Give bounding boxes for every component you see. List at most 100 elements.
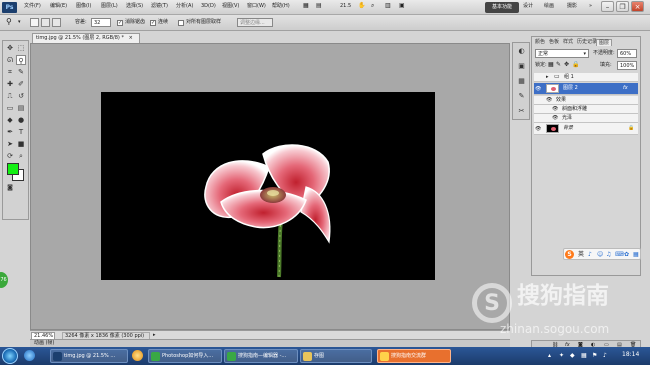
toolbox-icon[interactable]: ▦ (633, 252, 639, 258)
zoom-tool-icon[interactable]: ⌕ (16, 151, 26, 161)
menu-analysis[interactable]: 分析(A) (176, 4, 193, 9)
visibility-eye-icon[interactable]: 👁 (535, 85, 541, 94)
visibility-eye-icon[interactable]: 👁 (535, 125, 541, 134)
quick-mask-icon[interactable]: ◙ (5, 183, 15, 193)
fx-icon[interactable]: fx (623, 86, 628, 91)
blend-mode-select[interactable]: 正常 ▾ (535, 49, 589, 58)
tab-styles[interactable]: 样式 (561, 39, 575, 46)
menu-image[interactable]: 图像(I) (76, 4, 91, 9)
browser-icon[interactable] (132, 350, 143, 361)
menu-view[interactable]: 视图(V) (222, 4, 239, 9)
workspace-essentials-button[interactable]: 基本功能 (485, 2, 519, 13)
side-badge[interactable]: 76 (0, 272, 8, 288)
brush-tool-icon[interactable]: ✐ (16, 79, 26, 89)
taskbar-photoshop[interactable]: timg.jpg @ 21.5% ... (50, 349, 128, 363)
sogou-logo[interactable]: S (565, 250, 574, 259)
expand-arrow-icon[interactable]: ▸ (546, 75, 549, 80)
keyboard-icon[interactable]: ⌨ (615, 252, 624, 258)
tab-swatches[interactable]: 色板 (547, 39, 561, 46)
clone-stamp-tool-icon[interactable]: ⎍ (5, 91, 15, 101)
voice-icon[interactable]: ♫ (606, 252, 611, 258)
antialias-checkbox[interactable]: ✓ (117, 20, 123, 26)
menu-window[interactable]: 窗口(W) (247, 4, 266, 9)
close-button[interactable]: × (631, 1, 644, 12)
menu-filter[interactable]: 滤镜(T) (151, 4, 168, 9)
refine-edge-button[interactable]: 调整边缘... (237, 18, 273, 27)
panel-adjustments-icon[interactable]: ◐ (516, 46, 527, 57)
history-brush-tool-icon[interactable]: ↺ (16, 91, 26, 101)
document-tab[interactable]: timg.jpg @ 21.5% (图层 2, RGB/8) * × (32, 33, 140, 43)
ie-icon[interactable] (24, 350, 35, 361)
path-selection-tool-icon[interactable]: ➤ (5, 139, 15, 149)
chevron-down-icon[interactable]: ▾ (18, 20, 21, 25)
start-button[interactable] (2, 348, 18, 364)
pen-tool-icon[interactable]: ✒ (5, 127, 15, 137)
menu-select[interactable]: 选择(S) (126, 4, 143, 9)
layer-row-layer-2[interactable]: 👁 图层 2 fx (534, 83, 638, 95)
arrange-documents-icon[interactable]: ▥ (385, 3, 391, 9)
panel-paths-icon[interactable]: ✎ (516, 91, 527, 102)
taskbar-clock[interactable]: 18:14 (622, 352, 639, 358)
minimize-button[interactable]: – (601, 1, 614, 12)
layer-row-bevel-emboss[interactable]: 👁 斜面和浮雕 (534, 105, 638, 114)
type-tool-icon[interactable]: T (16, 127, 26, 137)
tray-flag-icon[interactable]: ⚑ (592, 352, 597, 359)
menu-file[interactable]: 文件(F) (24, 4, 41, 9)
eyedropper-tool-icon[interactable]: ✎ (16, 67, 26, 77)
visibility-eye-icon[interactable]: 👁 (552, 105, 558, 114)
layer-row-effects[interactable]: 👁 效果 (534, 96, 638, 105)
gradient-tool-icon[interactable]: ▤ (16, 103, 26, 113)
hand-icon[interactable]: ✋ (358, 3, 365, 9)
screen-mode-icon[interactable]: ▣ (399, 3, 405, 9)
animation-panel-label[interactable]: 动画 (帧) (34, 341, 55, 346)
magic-wand-tool-icon[interactable]: ⚲ (16, 55, 26, 65)
workspace-painting[interactable]: 绘画 (544, 4, 554, 9)
lock-pixels-icon[interactable]: ✎ (556, 62, 561, 68)
all-layers-checkbox[interactable] (178, 20, 184, 26)
visibility-eye-icon[interactable]: 👁 (546, 96, 552, 105)
lock-position-icon[interactable]: ✥ (564, 62, 569, 68)
minibridge-icon[interactable]: ▤ (316, 3, 322, 9)
ime-language-toggle[interactable]: 英 (578, 252, 584, 258)
contiguous-checkbox[interactable]: ✓ (150, 20, 156, 26)
lock-transparency-icon[interactable]: ▦ (548, 62, 554, 68)
magic-wand-tool-preset-icon[interactable]: ⚲ (6, 18, 12, 26)
foreground-color-swatch[interactable] (7, 163, 19, 175)
image-canvas[interactable] (101, 92, 435, 280)
panel-channels-icon[interactable]: ▦ (516, 76, 527, 87)
opacity-input[interactable]: 60% (617, 49, 637, 58)
workspace-photography[interactable]: 摄影 (567, 4, 577, 9)
status-menu-arrow-icon[interactable]: ▸ (153, 333, 156, 338)
zoom-icon[interactable]: ⌕ (371, 3, 374, 9)
workspace-more-button[interactable]: » (589, 4, 592, 9)
panel-tools-icon[interactable]: ✂ (516, 106, 527, 117)
emoji-icon[interactable]: ☺ (597, 252, 603, 258)
visibility-eye-icon[interactable]: 👁 (552, 114, 558, 123)
tray-volume-icon[interactable]: ♪ (603, 352, 607, 359)
crop-tool-icon[interactable]: ⌗ (5, 67, 15, 77)
menu-layer[interactable]: 图层(L) (101, 4, 118, 9)
lasso-tool-icon[interactable]: ᘏ (5, 55, 15, 65)
tab-color[interactable]: 颜色 (533, 39, 547, 46)
tray-network-icon[interactable]: ▦ (581, 352, 587, 359)
punctuation-icon[interactable]: ♪ (588, 252, 592, 258)
tolerance-input[interactable]: 32 (91, 18, 111, 27)
eraser-tool-icon[interactable]: ▭ (5, 103, 15, 113)
fill-input[interactable]: 100% (617, 61, 637, 70)
menu-3d[interactable]: 3D(D) (201, 4, 216, 9)
bridge-icon[interactable]: ▦ (303, 3, 309, 9)
tab-layers[interactable]: 图层 (596, 39, 613, 46)
3d-rotate-tool-icon[interactable]: ⟳ (5, 151, 15, 161)
taskbar-browser-2[interactable]: 搜狗指南—编辑器 -... (224, 349, 298, 363)
skin-icon[interactable]: ✿ (624, 252, 629, 258)
taskbar-chat-group[interactable]: 搜狗指南交流群 (377, 349, 451, 363)
layer-row-group-1[interactable]: ▸ ▭ 组 1 (534, 73, 638, 82)
layer-row-satin[interactable]: 👁 光泽 (534, 114, 638, 123)
new-selection-icon[interactable] (30, 18, 39, 27)
healing-brush-tool-icon[interactable]: ✚ (5, 79, 15, 89)
menu-edit[interactable]: 编辑(E) (50, 4, 67, 9)
layer-row-background[interactable]: 👁 背景 🔒 (534, 123, 638, 135)
add-selection-icon[interactable] (41, 18, 50, 27)
menu-help[interactable]: 帮助(H) (272, 4, 290, 9)
panel-masks-icon[interactable]: ▣ (516, 61, 527, 72)
